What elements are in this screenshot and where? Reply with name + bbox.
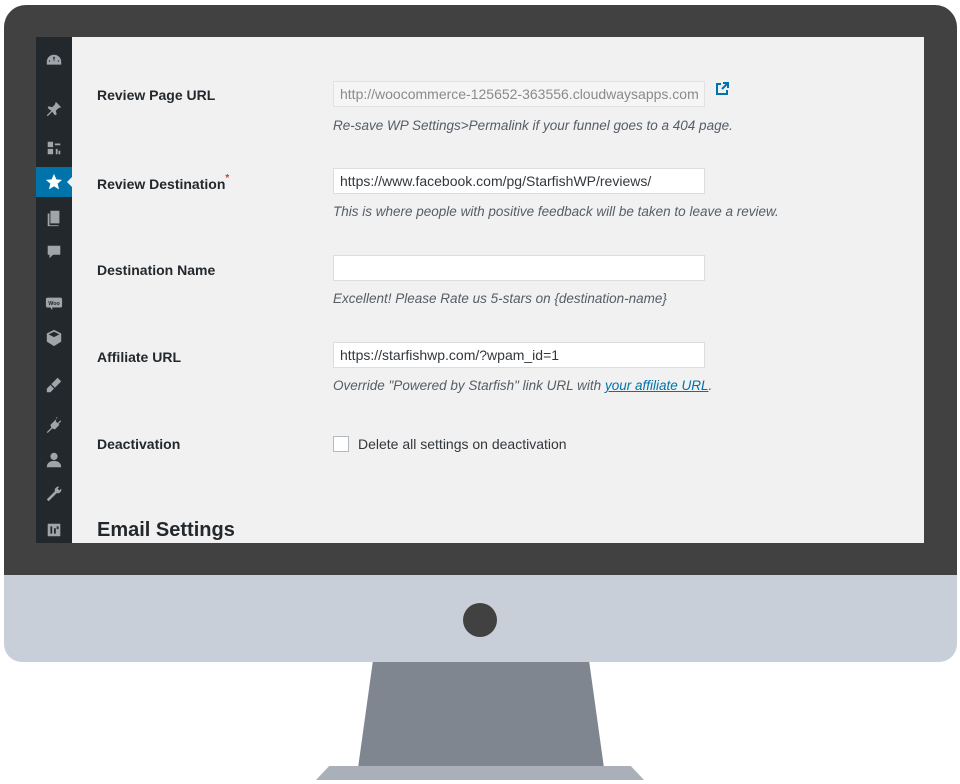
- affiliate-url-label: Affiliate URL: [97, 349, 181, 365]
- pages-icon: [47, 210, 60, 227]
- sidebar-item-tools[interactable]: [36, 479, 72, 509]
- monitor-stand: [358, 662, 604, 768]
- review-page-url-description: Re-save WP Settings>Permalink if your fu…: [333, 118, 733, 133]
- sidebar-item-settings[interactable]: [36, 515, 72, 543]
- sidebar-item-media[interactable]: [36, 133, 72, 163]
- affiliate-url-description-suffix: .: [708, 378, 713, 393]
- sidebar-item-products[interactable]: [36, 323, 72, 353]
- sidebar-item-users[interactable]: [36, 445, 72, 475]
- monitor-base: [316, 766, 644, 780]
- tools-icon: [46, 486, 62, 502]
- review-page-url-label: Review Page URL: [97, 87, 216, 103]
- external-link-icon[interactable]: [715, 82, 729, 96]
- sidebar-item-reviews[interactable]: [36, 167, 73, 197]
- sidebar-item-posts[interactable]: [36, 94, 72, 124]
- review-destination-label-text: Review Destination: [97, 176, 226, 192]
- affiliate-url-description: Override "Powered by Starfish" link URL …: [333, 378, 712, 393]
- review-page-url-field[interactable]: [333, 81, 705, 107]
- sidebar-item-woocommerce[interactable]: Woo: [36, 288, 72, 318]
- admin-sidebar: Woo: [36, 37, 73, 543]
- star-icon: [45, 173, 63, 190]
- monitor-camera: [463, 603, 497, 637]
- review-destination-field[interactable]: [333, 168, 705, 194]
- delete-settings-checkbox-label[interactable]: Delete all settings on deactivation: [358, 436, 567, 452]
- destination-name-field[interactable]: [333, 255, 705, 281]
- appearance-icon: [46, 377, 62, 393]
- review-destination-label: Review Destination*: [97, 173, 230, 192]
- comments-icon: [47, 245, 61, 259]
- pin-icon: [46, 101, 62, 117]
- screen: Woo Review Page URL Re-save WP Settings>…: [36, 37, 924, 543]
- deactivation-label: Deactivation: [97, 436, 181, 452]
- sidebar-item-dashboard[interactable]: [36, 46, 72, 76]
- sidebar-item-appearance[interactable]: [36, 370, 72, 400]
- delete-settings-checkbox[interactable]: [333, 436, 349, 452]
- sidebar-item-plugins[interactable]: [36, 409, 72, 439]
- affiliate-url-field[interactable]: [333, 342, 705, 368]
- dashboard-icon: [46, 54, 62, 65]
- sidebar-item-pages[interactable]: [36, 203, 72, 233]
- affiliate-url-link[interactable]: your affiliate URL: [605, 378, 709, 393]
- required-marker: *: [225, 173, 230, 184]
- products-icon: [46, 329, 62, 347]
- settings-icon: [47, 523, 61, 537]
- plugins-icon: [46, 416, 62, 433]
- woocommerce-icon: Woo: [45, 297, 63, 311]
- users-icon: [46, 452, 62, 468]
- email-settings-heading: Email Settings: [97, 519, 235, 541]
- destination-name-label: Destination Name: [97, 262, 216, 278]
- affiliate-url-description-prefix: Override "Powered by Starfish" link URL …: [333, 378, 605, 393]
- media-icon: [47, 141, 61, 155]
- review-destination-description: This is where people with positive feedb…: [333, 204, 779, 219]
- sidebar-item-comments[interactable]: [36, 237, 72, 267]
- destination-name-description: Excellent! Please Rate us 5-stars on {de…: [333, 291, 667, 306]
- svg-text:Woo: Woo: [48, 301, 60, 307]
- settings-content: Review Page URL Re-save WP Settings>Perm…: [72, 37, 924, 543]
